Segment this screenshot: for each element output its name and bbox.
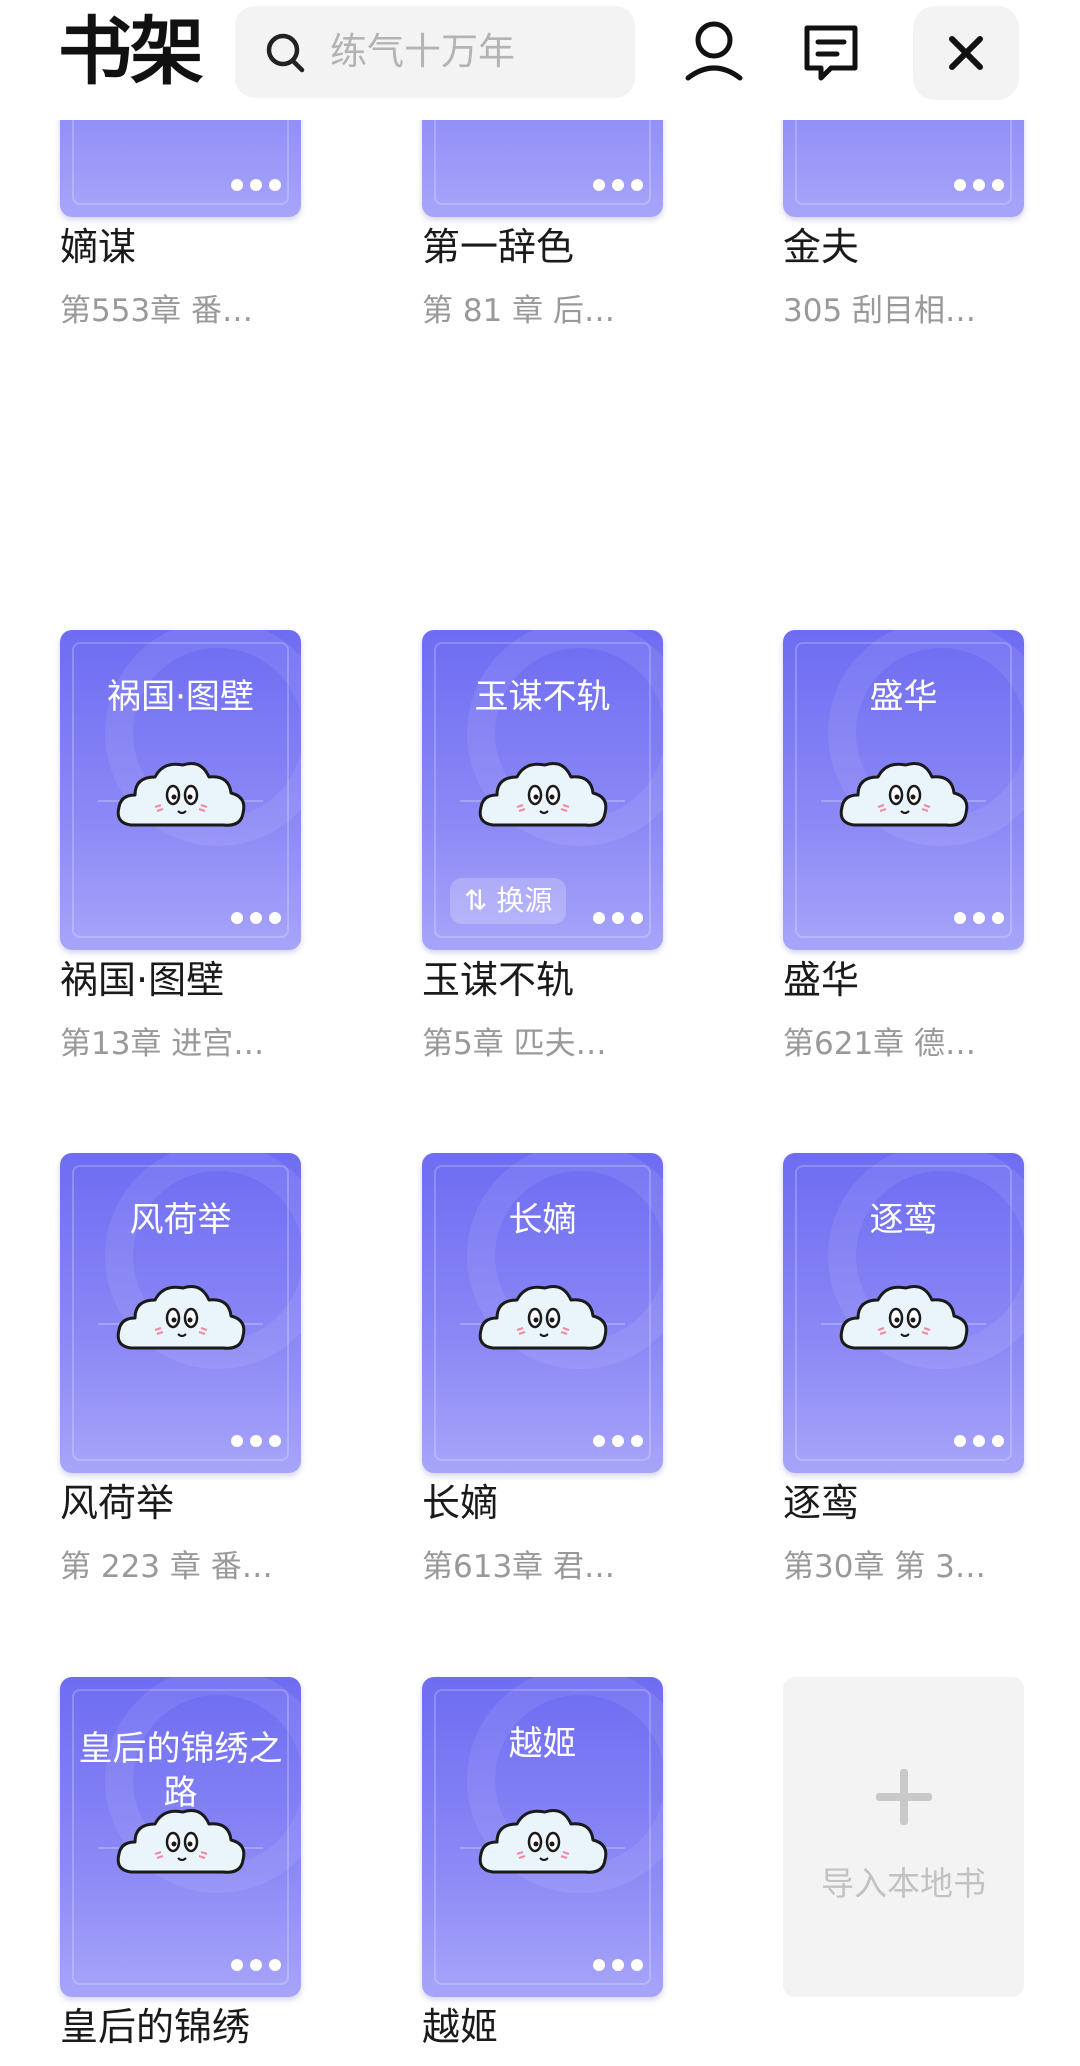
message-button[interactable] xyxy=(785,6,877,98)
change-source-label: 换源 xyxy=(496,884,553,917)
reading-progress: 第621章 德… xyxy=(783,1026,977,1062)
cover-title: 祸国·图壁 xyxy=(107,677,254,717)
cover-title: 盛华 xyxy=(869,677,938,717)
cover-title: 玉谋不轨 xyxy=(474,677,611,717)
book-title: 逐鸾 xyxy=(783,1481,860,1525)
book-cover[interactable]: 风荷举 xyxy=(60,1153,301,1473)
book-cover[interactable]: 祸国·图壁 xyxy=(60,630,301,950)
more-options-icon[interactable] xyxy=(593,179,643,191)
book-cover[interactable]: 长嫡 xyxy=(422,1153,663,1473)
more-options-icon[interactable] xyxy=(593,912,643,924)
cloud-mascot-icon xyxy=(478,762,607,827)
more-options-icon[interactable] xyxy=(231,179,281,191)
cloud-mascot-icon xyxy=(116,1809,245,1874)
book-title: 金夫 xyxy=(783,225,860,269)
reading-progress: 305 刮目相… xyxy=(783,293,977,329)
cover-title: 越姬 xyxy=(508,1724,577,1764)
more-options-icon[interactable] xyxy=(954,1435,1004,1447)
reading-progress: 第613章 君… xyxy=(422,1549,616,1585)
book-title: 皇后的锦绣 xyxy=(60,2005,251,2049)
cloud-mascot-icon xyxy=(839,762,968,827)
import-label: 导入本地书 xyxy=(821,1864,986,1903)
message-icon xyxy=(804,25,858,81)
top-bar: 书架 练气十万年 xyxy=(0,0,1080,120)
book-cover[interactable]: 盛华 xyxy=(783,630,1024,950)
cloud-mascot-icon xyxy=(478,1285,607,1350)
cloud-mascot-icon xyxy=(116,762,245,827)
plus-icon xyxy=(876,1769,932,1825)
more-options-icon[interactable] xyxy=(231,1959,281,1971)
reading-progress: 第553章 番… xyxy=(60,293,254,329)
more-options-icon[interactable] xyxy=(954,912,1004,924)
close-icon xyxy=(949,36,983,70)
search-icon xyxy=(266,33,305,73)
book-cover[interactable]: 逐鸾 xyxy=(783,1153,1024,1473)
cloud-mascot-icon xyxy=(116,1285,245,1350)
reading-progress: 第5章 匹夫… xyxy=(422,1026,607,1062)
more-options-icon[interactable] xyxy=(593,1959,643,1971)
page-title: 书架 xyxy=(58,9,204,95)
book-cover[interactable]: 皇后的锦绣之路 xyxy=(60,1677,301,1997)
cloud-mascot-icon xyxy=(478,1809,607,1874)
book-title: 盛华 xyxy=(783,958,860,1002)
search-placeholder: 练气十万年 xyxy=(330,30,515,73)
change-source-button[interactable]: ⇅ 换源 xyxy=(450,878,567,924)
more-options-icon[interactable] xyxy=(231,1435,281,1447)
cover-title: 逐鸾 xyxy=(869,1200,938,1240)
import-local-book[interactable]: 导入本地书 xyxy=(783,1677,1024,1997)
book-title: 玉谋不轨 xyxy=(422,958,575,1002)
book-title: 长嫡 xyxy=(422,1481,499,1525)
more-options-icon[interactable] xyxy=(231,912,281,924)
reading-progress: 第 223 章 番… xyxy=(60,1549,273,1585)
reading-progress: 第 81 章 后… xyxy=(422,293,616,329)
user-button[interactable] xyxy=(668,6,760,98)
book-cover[interactable]: 越姬 xyxy=(422,1677,663,1997)
more-options-icon[interactable] xyxy=(954,179,1004,191)
cloud-mascot-icon xyxy=(839,1285,968,1350)
book-title: 祸国·图壁 xyxy=(60,958,225,1002)
book-title: 第一辞色 xyxy=(422,225,575,269)
user-icon xyxy=(685,21,743,81)
book-title: 嫡谋 xyxy=(60,225,137,269)
close-button[interactable] xyxy=(913,6,1019,100)
book-title: 风荷举 xyxy=(60,1481,175,1525)
search-bar[interactable]: 练气十万年 xyxy=(235,6,635,98)
reading-progress: 第13章 进宫… xyxy=(60,1026,265,1062)
reading-progress: 第30章 第 3… xyxy=(783,1549,986,1585)
more-options-icon[interactable] xyxy=(593,1435,643,1447)
cover-title: 长嫡 xyxy=(508,1200,577,1240)
book-cover[interactable]: 玉谋不轨 ⇅ 换源 xyxy=(422,630,663,950)
cover-title: 风荷举 xyxy=(129,1200,232,1240)
book-title: 越姬 xyxy=(422,2005,499,2049)
